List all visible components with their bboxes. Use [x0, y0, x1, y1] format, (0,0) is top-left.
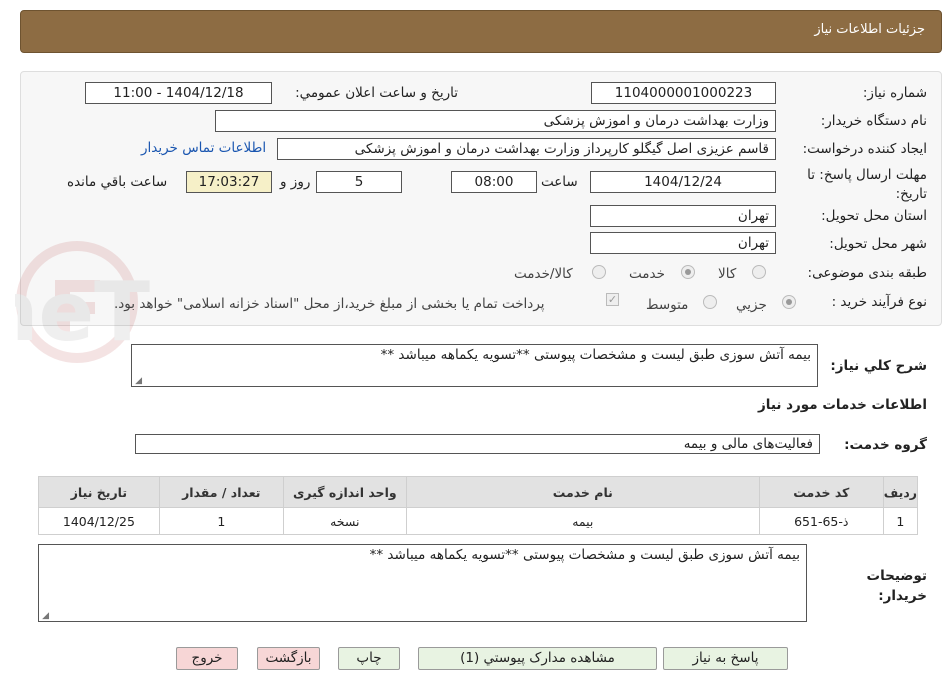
process-minor-label: جزيي	[736, 297, 767, 313]
cell-service-code: ذ-65-651	[758, 507, 884, 535]
col-service-code: کد خدمت	[758, 476, 884, 508]
category-goods-label: کالا	[718, 266, 737, 282]
col-unit: واحد اندازه گیری	[282, 476, 407, 508]
announce-field: 1404/12/18 - 11:00	[85, 82, 272, 104]
category-label: طبقه بندی موضوعی:	[807, 265, 927, 281]
services-table-header: رديف کد خدمت نام خدمت واحد اندازه گیری ت…	[38, 476, 919, 508]
services-section-title: اطلاعات خدمات مورد نياز	[757, 397, 927, 413]
need-number-label: شماره نیاز:	[862, 85, 927, 101]
summary-textarea: بیمه آتش سوزی طبق لیست و مشخصات پیوستی *…	[131, 344, 818, 387]
category-service-radio[interactable]	[681, 265, 695, 279]
service-group-label: گروه خدمت:	[844, 437, 927, 453]
remaining-time-field: 17:03:27	[186, 171, 272, 193]
category-goods-service-radio[interactable]	[592, 265, 606, 279]
page-title: جزئیات اطلاعات نیاز	[814, 22, 925, 37]
process-label: نوع فرآیند خرید :	[831, 294, 927, 310]
attachments-button[interactable]: مشاهده مدارک پيوستي (1)	[418, 647, 657, 670]
creator-field: قاسم عزیزی اصل گیگلو کارپرداز وزارت بهدا…	[277, 138, 776, 160]
deadline-time-label: ساعت	[541, 174, 578, 190]
days-label: روز و	[280, 174, 311, 190]
buyer-notes-text: بیمه آتش سوزی طبق لیست و مشخصات پیوستی *…	[369, 547, 800, 563]
page-header: جزئیات اطلاعات نیاز	[20, 10, 942, 53]
category-goods-service-label: کالا/خدمت	[514, 266, 573, 282]
payment-note: پرداخت تمام یا بخشی از مبلغ خرید،از محل …	[114, 296, 545, 312]
exit-button[interactable]: خروج	[176, 647, 238, 670]
category-service-label: خدمت	[629, 266, 665, 282]
print-button[interactable]: چاپ	[338, 647, 400, 670]
category-goods-radio[interactable]	[752, 265, 766, 279]
col-quantity: تعداد / مقدار	[158, 476, 284, 508]
process-minor-radio[interactable]	[782, 295, 796, 309]
buyer-notes-textarea: بیمه آتش سوزی طبق لیست و مشخصات پیوستی *…	[38, 544, 807, 622]
cell-quantity: 1	[158, 507, 284, 535]
city-label: شهر محل تحویل:	[829, 236, 927, 252]
payment-treasury-checkbox[interactable]: ✓	[606, 293, 619, 306]
resize-grip-icon[interactable]: ◢	[134, 377, 142, 386]
buyer-contact-link[interactable]: اطلاعات تماس خریدار	[141, 140, 266, 156]
table-row: 1 ذ-65-651 بیمه نسخه 1 1404/12/25	[38, 507, 919, 535]
col-row-number: رديف	[882, 476, 919, 508]
buyer-notes-label: توضيحات خريدار:	[866, 568, 927, 604]
buyer-org-field: وزارت بهداشت درمان و اموزش پزشکی	[215, 110, 776, 132]
cell-row-number: 1	[882, 507, 919, 535]
remaining-label: ساعت باقي مانده	[67, 174, 168, 190]
back-button[interactable]: بازگشت	[257, 647, 320, 670]
reply-button[interactable]: پاسخ به نياز	[663, 647, 788, 670]
deadline-label: مهلت ارسال پاسخ: تا تاریخ:	[807, 167, 927, 202]
summary-label: شرح کلي نياز:	[830, 358, 927, 374]
col-service-name: نام خدمت	[405, 476, 760, 508]
resize-grip-icon[interactable]: ◢	[41, 612, 49, 621]
process-medium-radio[interactable]	[703, 295, 717, 309]
service-group-field: فعالیت‌های مالی و بیمه	[135, 434, 820, 454]
creator-label: ايجاد کننده درخواست:	[802, 141, 927, 157]
province-label: استان محل تحویل:	[821, 208, 927, 224]
deadline-time-field: 08:00	[451, 171, 537, 193]
summary-text: بیمه آتش سوزی طبق لیست و مشخصات پیوستی *…	[380, 347, 811, 363]
announce-label: تاریخ و ساعت اعلان عمومي:	[295, 85, 458, 101]
buyer-org-label: نام دستگاه خريدار:	[820, 113, 927, 129]
col-need-date: تاريخ نياز	[38, 476, 160, 508]
cell-unit: نسخه	[282, 507, 407, 535]
cell-need-date: 1404/12/25	[38, 507, 160, 535]
cell-service-name: بیمه	[405, 507, 760, 535]
province-field: تهران	[590, 205, 776, 227]
process-medium-label: متوسط	[646, 297, 689, 313]
deadline-date-field: 1404/12/24	[590, 171, 776, 193]
services-table: رديف کد خدمت نام خدمت واحد اندازه گیری ت…	[38, 476, 919, 535]
need-number-field: 1104000001000223	[591, 82, 776, 104]
city-field: تهران	[590, 232, 776, 254]
days-field: 5	[316, 171, 402, 193]
